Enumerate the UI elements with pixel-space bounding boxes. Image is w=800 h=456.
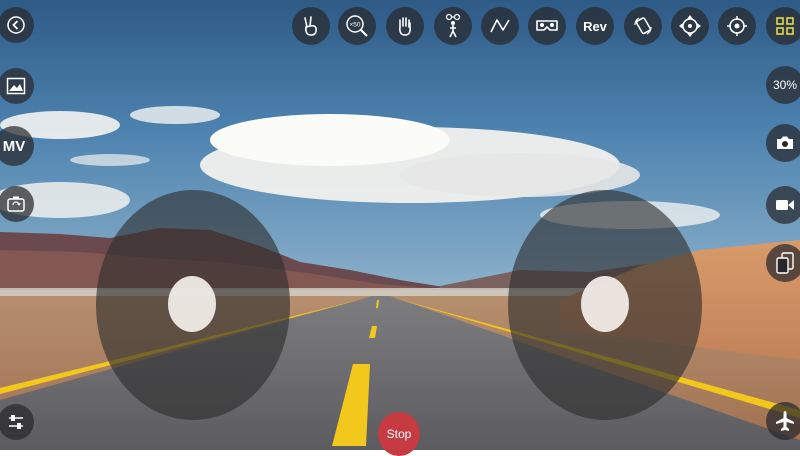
- speed-button[interactable]: 30%: [766, 66, 800, 104]
- gallery-icon: [6, 77, 26, 95]
- camera-switch-icon: [7, 196, 25, 212]
- vr-mode-button[interactable]: [528, 7, 566, 45]
- stop-button[interactable]: Stop: [378, 412, 420, 456]
- vr-headset-icon: [536, 20, 558, 31]
- right-joystick-knob[interactable]: [581, 276, 629, 332]
- headless-mode-icon: [679, 15, 701, 37]
- hand-gesture-icon: [399, 17, 411, 36]
- menu-button[interactable]: [766, 7, 800, 45]
- camera-icon: [777, 136, 793, 149]
- zoom-label: ×50: [349, 22, 360, 29]
- camera-feed-view: [0, 0, 800, 450]
- left-joystick-knob[interactable]: [168, 276, 216, 332]
- split-screen-button[interactable]: [766, 244, 800, 282]
- record-video-button[interactable]: [766, 186, 800, 224]
- split-screen-icon: [776, 252, 794, 274]
- follow-me-button[interactable]: [434, 7, 472, 45]
- takeoff-land-button[interactable]: [766, 402, 800, 440]
- video-camera-icon: [776, 200, 794, 210]
- rev-label: Rev: [583, 18, 607, 34]
- gesture-photo-button[interactable]: [292, 7, 330, 45]
- rotate-phone-icon: [634, 17, 652, 35]
- reverse-button[interactable]: Rev: [576, 7, 614, 45]
- right-joystick[interactable]: [508, 190, 702, 420]
- trajectory-button[interactable]: [481, 7, 519, 45]
- back-arrow-icon: [7, 16, 25, 34]
- zoom-button[interactable]: ×50: [338, 7, 376, 45]
- gyro-calibrate-button[interactable]: [718, 7, 756, 45]
- follow-me-icon: [445, 13, 461, 38]
- take-photo-button[interactable]: [766, 124, 800, 162]
- peace-gesture-icon: [304, 16, 317, 36]
- left-joystick[interactable]: [96, 190, 290, 420]
- trim-adjust-icon: [9, 415, 23, 429]
- gyro-calibrate-icon: [727, 16, 747, 36]
- hand-gesture-button[interactable]: [386, 7, 424, 45]
- airplane-icon: [776, 411, 794, 431]
- trajectory-icon: [490, 19, 510, 33]
- headless-mode-button[interactable]: [671, 7, 709, 45]
- mv-label: MV: [2, 137, 26, 155]
- stop-label: Stop: [386, 427, 412, 441]
- zoom-icon: ×50: [346, 15, 368, 37]
- speed-label: 30%: [772, 78, 798, 92]
- grid-menu-icon: [776, 17, 794, 35]
- rotate-screen-button[interactable]: [624, 7, 662, 45]
